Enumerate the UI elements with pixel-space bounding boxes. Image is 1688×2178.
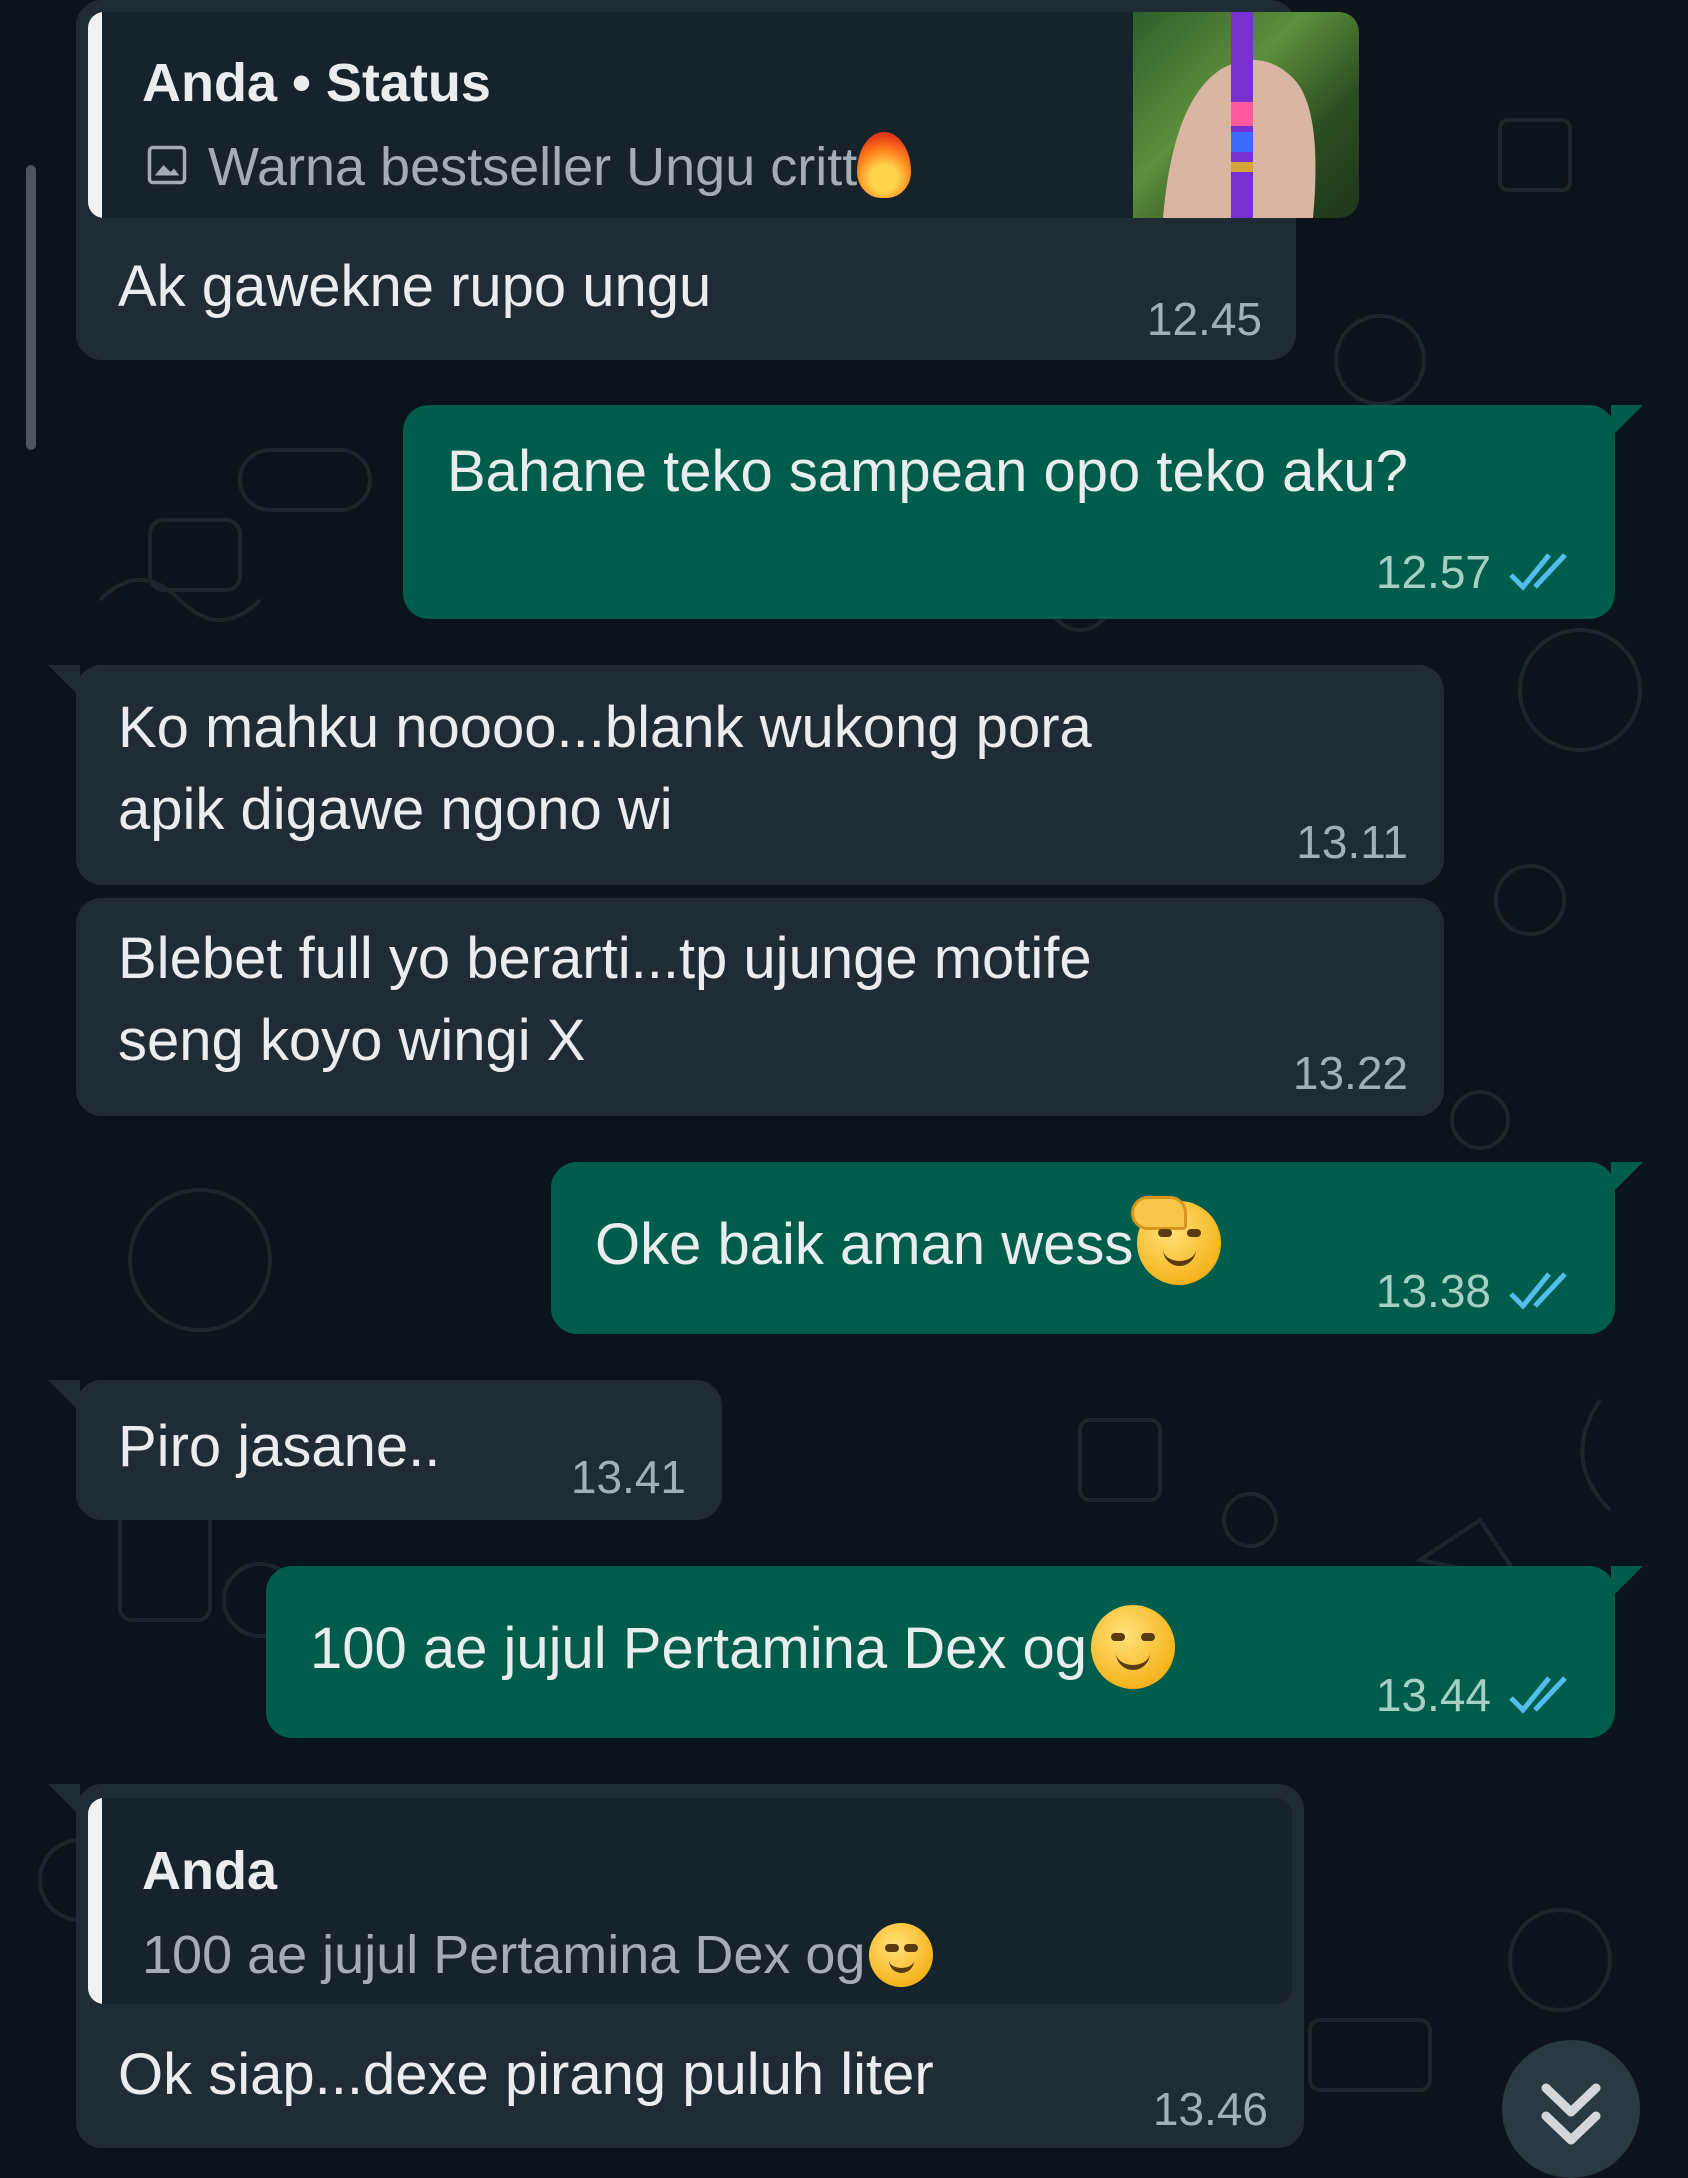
scroll-to-bottom-button[interactable] xyxy=(1502,2040,1640,2178)
message-outgoing[interactable]: 100 ae jujul Pertamina Dex og 13.44 xyxy=(266,1566,1643,1738)
message-text: Ok siap...dexe pirang puluh liter xyxy=(118,2042,934,2107)
quoted-message[interactable]: Anda 100 ae jujul Pertamina Dex og xyxy=(88,1798,1292,2004)
message-time: 13.22 xyxy=(1292,1047,1408,1099)
message-text: Ak gawekne rupo ungu xyxy=(118,254,712,319)
saluting-face-emoji-icon xyxy=(1130,1195,1222,1285)
message-text-line: seng koyo wingi X xyxy=(118,1008,586,1073)
message-incoming-reply-status[interactable]: Anda • Status Warna bestseller Ungu crit… xyxy=(76,0,1359,360)
status-thumbnail[interactable] xyxy=(1133,12,1359,218)
message-incoming[interactable]: Ko mahku noooo...blank wukong pora apik … xyxy=(48,665,1444,885)
message-text: Bahane teko sampean opo teko aku? xyxy=(447,439,1408,504)
read-ticks-icon xyxy=(1509,1676,1567,1714)
quoted-status[interactable]: Anda • Status Warna bestseller Ungu crit… xyxy=(88,12,1286,218)
double-chevron-down-icon xyxy=(1541,2083,1601,2145)
message-time: 12.45 xyxy=(1146,293,1262,345)
quote-accent-bar xyxy=(88,1798,102,2004)
message-outgoing[interactable]: Bahane teko sampean opo teko aku? 12.57 xyxy=(403,405,1643,619)
message-time: 13.11 xyxy=(1296,816,1408,868)
quote-text: Warna bestseller Ungu critt xyxy=(208,131,912,204)
image-icon xyxy=(147,145,187,185)
message-incoming-reply[interactable]: Anda 100 ae jujul Pertamina Dex og Ok si… xyxy=(48,1784,1304,2148)
smirking-face-emoji-icon xyxy=(1091,1604,1176,1689)
message-text-line: apik digawe ngono wi xyxy=(118,777,673,842)
read-ticks-icon xyxy=(1509,1272,1567,1310)
read-ticks-icon xyxy=(1509,553,1567,591)
message-text-line: Blebet full yo berarti...tp ujunge motif… xyxy=(118,926,1092,991)
smirking-face-emoji-icon xyxy=(869,1922,934,1987)
message-outgoing[interactable]: Oke baik aman wess 13.38 xyxy=(551,1162,1643,1334)
message-time: 13.46 xyxy=(1152,2083,1268,2135)
quote-text: 100 ae jujul Pertamina Dex og xyxy=(142,1922,934,1991)
message-time: 12.57 xyxy=(1375,546,1491,598)
message-time: 13.41 xyxy=(570,1451,686,1503)
message-text: 100 ae jujul Pertamina Dex og xyxy=(310,1604,1176,1695)
message-text: Piro jasane.. xyxy=(118,1414,441,1479)
message-text-line: Ko mahku noooo...blank wukong pora xyxy=(118,695,1092,760)
fishing-rod-photo xyxy=(1163,12,1316,218)
quote-accent-bar xyxy=(88,12,102,218)
message-incoming[interactable]: Blebet full yo berarti...tp ujunge motif… xyxy=(76,898,1444,1116)
scroll-indicator[interactable] xyxy=(26,165,36,450)
message-time: 13.38 xyxy=(1375,1265,1491,1317)
message-incoming[interactable]: Piro jasane.. 13.41 xyxy=(48,1380,722,1520)
message-text: Oke baik aman wess xyxy=(595,1195,1222,1291)
quote-title: Anda xyxy=(142,1841,277,1901)
fire-emoji-icon xyxy=(857,131,912,198)
quote-title: Anda • Status xyxy=(142,53,491,113)
message-time: 13.44 xyxy=(1375,1669,1491,1721)
